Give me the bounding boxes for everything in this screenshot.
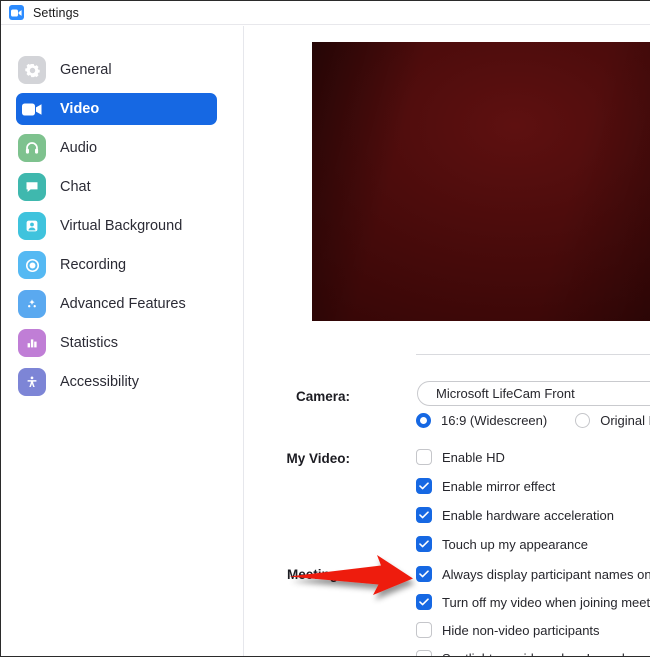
checkbox-row-enable-hd[interactable]: Enable HD: [416, 447, 505, 467]
settings-sidebar: General Video Audio Chat Virtual Backgro…: [2, 26, 244, 656]
my-video-label: My Video:: [286, 451, 350, 466]
sidebar-item-advanced-features[interactable]: Advanced Features: [16, 288, 216, 320]
checkbox-label: Spotlight my video when I speak: [442, 651, 628, 657]
video-camera-icon: [18, 95, 46, 123]
radio-option-widescreen[interactable]: 16:9 (Widescreen): [416, 413, 547, 428]
checkbox-spotlight-my-video-when-i-speak[interactable]: [416, 650, 432, 656]
radio-label: Original Ratio: [600, 413, 650, 428]
checkbox-label: Enable hardware acceleration: [442, 507, 614, 523]
sidebar-item-statistics[interactable]: Statistics: [16, 327, 216, 359]
checkbox-always-display-participant-names[interactable]: [416, 566, 432, 582]
camera-select-value: Microsoft LifeCam Front: [436, 386, 575, 401]
checkbox-enable-hd[interactable]: [416, 449, 432, 465]
checkbox-row-hide-non-video-participants[interactable]: Hide non-video participants: [416, 620, 600, 640]
checkbox-row-turn-off-my-video-when-joining-meeting[interactable]: Turn off my video when joining meeting: [416, 592, 650, 612]
accessibility-icon: [18, 368, 46, 396]
sidebar-item-general[interactable]: General: [16, 54, 216, 86]
title-bar: Settings: [1, 1, 650, 25]
sidebar-item-label: Advanced Features: [60, 296, 186, 312]
radio-label: 16:9 (Widescreen): [441, 413, 548, 428]
checkbox-touch-up-my-appearance[interactable]: [416, 536, 432, 552]
camera-label: Camera:: [295, 389, 350, 404]
sidebar-item-label: Chat: [60, 179, 91, 195]
video-settings-panel: Camera: Microsoft LifeCam Front 16:9 (Wi…: [245, 26, 650, 657]
sidebar-item-audio[interactable]: Audio: [16, 132, 216, 164]
checkbox-enable-mirror-effect[interactable]: [416, 478, 432, 494]
window-title: Settings: [33, 5, 79, 20]
sidebar-item-label: Video: [60, 101, 100, 117]
checkbox-label: Turn off my video when joining meeting: [442, 594, 650, 610]
checkbox-row-always-display-participant-names[interactable]: Always display participant names on thei: [416, 564, 650, 584]
checkbox-row-touch-up-my-appearance[interactable]: Touch up my appearance: [416, 534, 588, 554]
aspect-ratio-group: 16:9 (Widescreen) Original Ratio: [416, 413, 650, 428]
sparkle-icon: [18, 290, 46, 318]
sidebar-item-chat[interactable]: Chat: [16, 171, 216, 203]
camera-select[interactable]: Microsoft LifeCam Front: [417, 381, 650, 406]
checkbox-row-enable-mirror-effect[interactable]: Enable mirror effect: [416, 476, 555, 496]
sidebar-item-label: Audio: [60, 140, 98, 156]
sidebar-item-virtual-background[interactable]: Virtual Background: [16, 210, 216, 242]
gear-icon: [18, 56, 46, 84]
sidebar-item-label: Accessibility: [60, 374, 139, 390]
checkbox-label: Enable mirror effect: [442, 478, 556, 494]
sidebar-item-label: General: [60, 62, 112, 78]
checkbox-row-spotlight-my-video-when-i-speak[interactable]: Spotlight my video when I speak: [416, 648, 628, 657]
sidebar-item-label: Recording: [60, 257, 127, 273]
meetings-label: Meetings:: [286, 567, 350, 582]
record-circle-icon: [18, 251, 46, 279]
checkbox-hide-non-video-participants[interactable]: [416, 622, 432, 638]
sidebar-item-video[interactable]: Video: [16, 93, 217, 125]
section-divider: [416, 354, 650, 355]
headphones-icon: [18, 134, 46, 162]
checkbox-label: Touch up my appearance: [442, 536, 588, 552]
radio-original-ratio[interactable]: [575, 413, 591, 428]
radio-widescreen[interactable]: [416, 413, 431, 428]
radio-option-original-ratio[interactable]: Original Ratio: [575, 413, 650, 428]
camera-preview: [312, 42, 650, 321]
checkbox-enable-hardware-acceleration[interactable]: [416, 507, 432, 523]
checkbox-row-enable-hardware-acceleration[interactable]: Enable hardware acceleration: [416, 505, 614, 525]
video-camera-icon: [9, 5, 24, 20]
sidebar-item-recording[interactable]: Recording: [16, 249, 216, 281]
chat-bubble-icon: [18, 173, 46, 201]
sidebar-item-label: Virtual Background: [60, 218, 183, 234]
checkbox-label: Always display participant names on thei: [442, 566, 650, 582]
checkbox-label: Hide non-video participants: [442, 622, 600, 638]
checkbox-label: Enable HD: [442, 449, 505, 465]
bar-chart-icon: [18, 329, 46, 357]
checkbox-turn-off-my-video-when-joining-meeting[interactable]: [416, 594, 432, 610]
sidebar-item-label: Statistics: [60, 335, 119, 351]
person-frame-icon: [18, 212, 46, 240]
sidebar-item-accessibility[interactable]: Accessibility: [16, 366, 216, 398]
settings-window: Settings General Video Audio Chat Virtua…: [0, 0, 650, 657]
